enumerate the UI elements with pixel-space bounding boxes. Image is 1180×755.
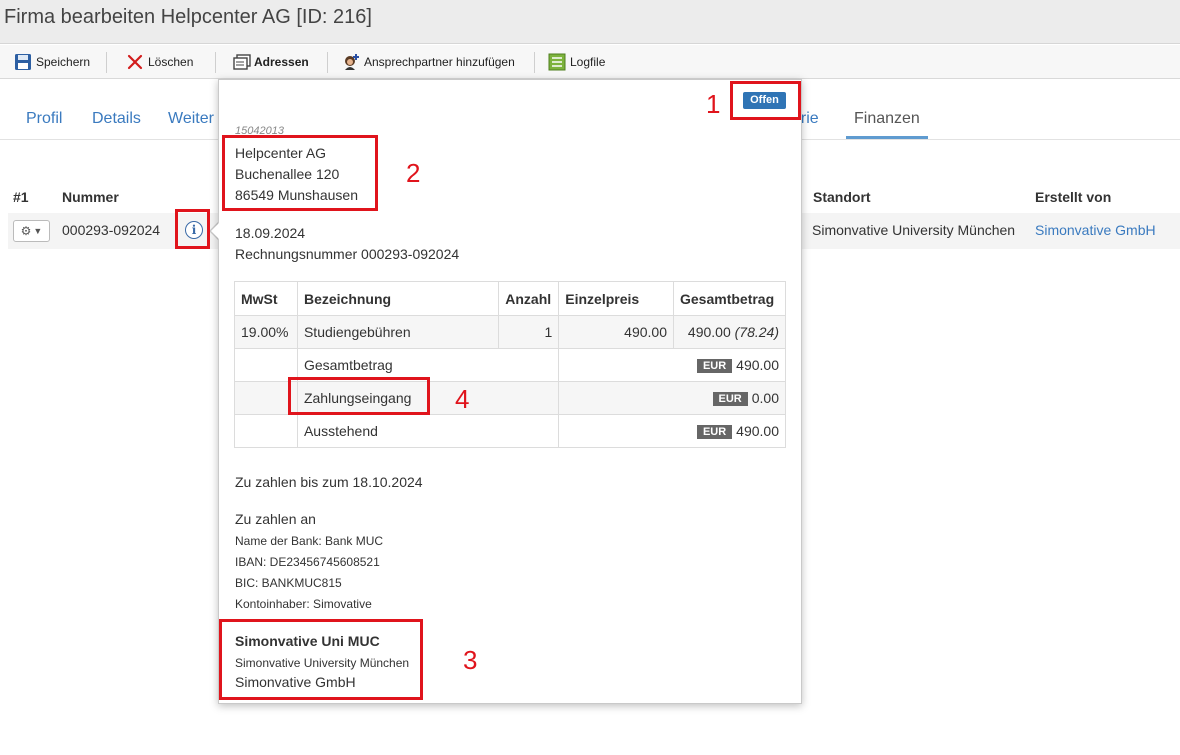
annotation-number-2: 2 — [406, 158, 421, 188]
invoice-number: Rechnungsnummer 000293-092024 — [235, 246, 460, 262]
close-icon — [126, 53, 144, 71]
add-contact-button[interactable]: Ansprechpartner hinzufügen — [342, 50, 515, 74]
summary-amount: 490.00 — [736, 357, 779, 373]
save-button[interactable]: Speichern — [14, 50, 90, 74]
item-total-value: 490.00 — [687, 324, 731, 340]
column-header-standort[interactable]: Standort — [813, 189, 871, 205]
column-header-vat: MwSt — [234, 281, 298, 316]
highlight-box-recipient — [222, 135, 378, 211]
tab-profil[interactable]: Profil — [26, 110, 62, 128]
column-header-index: #1 — [13, 189, 29, 205]
iban: IBAN: DE23456745608521 — [235, 555, 380, 569]
currency-badge: EUR — [696, 359, 733, 373]
due-date: Zu zahlen bis zum 18.10.2024 — [235, 474, 423, 490]
table-row: 19.00% Studiengebühren 1 490.00 490.00 (… — [234, 315, 786, 349]
save-label: Speichern — [36, 55, 91, 69]
delete-label: Löschen — [148, 55, 194, 69]
add-user-icon — [342, 53, 360, 71]
summary-value-total: EUR 490.00 — [558, 348, 786, 382]
tab-details[interactable]: Details — [92, 110, 141, 128]
gear-icon: ⚙ — [20, 224, 32, 238]
toolbar-divider — [215, 52, 216, 73]
floppy-disk-icon — [14, 53, 32, 71]
toolbar-divider — [327, 52, 328, 73]
item-unit-price: 490.00 — [558, 315, 674, 349]
bic: BIC: BANKMUC815 — [235, 576, 342, 590]
column-header-total: Gesamtbetrag — [673, 281, 786, 316]
column-header-nummer[interactable]: Nummer — [62, 189, 119, 205]
toolbar-divider — [106, 52, 107, 73]
addresses-label: Adressen — [254, 55, 309, 69]
logfile-button[interactable]: Logfile — [548, 50, 605, 74]
annotation-number-4: 4 — [455, 384, 470, 414]
item-description: Studiengebühren — [296, 315, 500, 349]
summary-label-outstanding: Ausstehend — [296, 414, 560, 448]
annotation-number-1: 1 — [706, 89, 721, 119]
item-vat: 19.00% — [234, 315, 298, 349]
invoice-date: 18.09.2024 — [235, 225, 306, 241]
summary-amount: 0.00 — [751, 390, 779, 406]
highlight-box-status — [730, 81, 801, 120]
item-quantity: 1 — [498, 315, 560, 349]
caret-down-icon: ▼ — [33, 226, 43, 236]
row-actions-button[interactable]: ⚙ ▼ — [13, 220, 50, 242]
invoice-items-table: MwSt Bezeichnung Anzahl Einzelpreis Gesa… — [234, 281, 786, 448]
pay-to-heading: Zu zahlen an — [235, 511, 316, 527]
currency-badge: EUR — [696, 425, 733, 439]
row-standort: Simonvative University München — [812, 222, 1016, 238]
item-total: 490.00 (78.24) — [673, 315, 786, 349]
summary-row: Ausstehend EUR 490.00 — [234, 414, 786, 448]
column-header-unit-price: Einzelpreis — [558, 281, 674, 316]
delete-button[interactable]: Löschen — [126, 50, 193, 74]
summary-value-payments: EUR 0.00 — [558, 381, 786, 415]
summary-amount: 490.00 — [736, 423, 779, 439]
addresses-button[interactable]: Adressen — [232, 50, 309, 74]
annotation-number-3: 3 — [463, 645, 478, 675]
tab-finanzen[interactable]: Finanzen — [854, 110, 920, 128]
logfile-label: Logfile — [570, 55, 606, 69]
table-header-row: MwSt Bezeichnung Anzahl Einzelpreis Gesa… — [234, 281, 786, 316]
highlight-box-payments — [288, 377, 430, 415]
summary-value-outstanding: EUR 490.00 — [558, 414, 786, 448]
highlight-box-issuer — [219, 619, 423, 700]
add-contact-label: Ansprechpartner hinzufügen — [364, 55, 515, 69]
column-header-erstellt-von[interactable]: Erstellt von — [1035, 189, 1111, 205]
popover-arrow-inner — [211, 223, 219, 239]
tab-weitere[interactable]: Weiter — [168, 110, 214, 128]
address-book-icon — [232, 53, 251, 71]
title-bar: Firma bearbeiten Helpcenter AG [ID: 216] — [0, 0, 1180, 44]
toolbar: Speichern Löschen Adressen Ansprechpartn… — [0, 45, 1180, 79]
column-header-quantity: Anzahl — [498, 281, 560, 316]
row-nummer: 000293-092024 — [62, 222, 161, 238]
column-header-description: Bezeichnung — [296, 281, 500, 316]
toolbar-divider — [534, 52, 535, 73]
item-tax-value: (78.24) — [734, 324, 779, 340]
log-list-icon — [548, 53, 566, 71]
page-title: Firma bearbeiten Helpcenter AG [ID: 216] — [4, 6, 372, 28]
account-holder: Kontoinhaber: Simovative — [235, 597, 372, 611]
highlight-box-info — [175, 209, 210, 249]
row-erstellt-von-link[interactable]: Simonvative GmbH — [1035, 222, 1156, 238]
active-tab-indicator — [846, 136, 928, 139]
bank-name: Name der Bank: Bank MUC — [235, 534, 384, 548]
currency-badge: EUR — [712, 392, 748, 406]
